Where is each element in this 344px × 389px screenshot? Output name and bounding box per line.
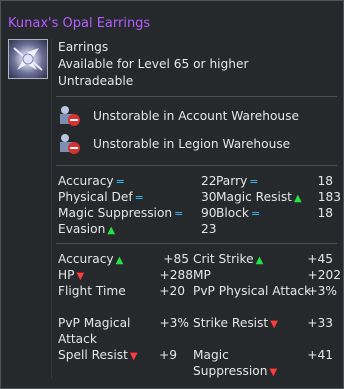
bonus-name: Magic [193,348,229,362]
bonus-value: +45 [307,252,333,266]
stat-value: 18 [317,206,333,220]
divider [56,96,337,97]
up-arrow-icon: ▲ [115,255,124,266]
bonus-name: Flight Time [58,284,126,298]
stat-value: 90 [201,206,217,220]
up-arrow-icon: ▲ [255,255,264,266]
item-tooltip: Kunax's Opal Earrings Earrings Available… [0,0,344,389]
stat-value: 18 [317,174,333,188]
level-requirement: Available for Level 65 or higher [58,57,249,71]
bonus-value: +41 [307,348,333,362]
stat-name: Magic Suppression = [58,206,184,220]
stat-name: Block = [216,206,261,220]
bonus-name: Crit Strike ▲ [193,252,264,266]
no-legion-warehouse-icon [57,133,81,155]
trade-status: Untradeable [58,74,134,88]
opal-earring-icon [8,39,48,79]
bonus-value: +33 [307,316,333,330]
divider [56,165,337,166]
legion-warehouse-text: Unstorable in Legion Warehouse [93,137,291,151]
up-arrow-icon: ▲ [107,225,116,236]
bonus-name: HP ▼ [58,268,85,282]
bonus-value: +9 [159,348,177,362]
bonus-name: Accuracy ▲ [58,252,124,266]
bonus-name: PvP Magical [58,316,131,330]
divider [56,243,337,244]
bonus-value: +3% [307,284,337,298]
equal-icon: = [115,175,125,188]
down-arrow-icon: ▼ [129,351,138,362]
stat-value: 22 [201,174,217,188]
bonus-value: +85 [163,252,189,266]
account-warehouse-text: Unstorable in Account Warehouse [93,109,300,123]
down-arrow-icon: ▼ [76,271,85,282]
item-name: Kunax's Opal Earrings [8,16,151,31]
stat-value: 23 [201,222,217,236]
stat-value: 30 [201,190,217,204]
bonus-name: Strike Resist ▼ [193,316,278,330]
bonus-name: Spell Resist ▼ [58,348,138,362]
equal-icon: = [174,207,184,220]
item-type: Earrings [58,40,109,54]
down-arrow-icon: ▼ [269,367,278,378]
no-account-warehouse-icon [57,105,81,127]
stat-name: Physical Def = [58,190,144,204]
stat-value: 183 [317,190,341,204]
equal-icon: = [250,207,261,220]
equal-icon: = [134,191,144,204]
down-arrow-icon: ▼ [270,319,278,330]
stat-name: Parry = [216,174,259,188]
equal-icon: = [249,175,259,188]
left-divider [51,39,52,379]
bonus-name: MP [193,268,211,282]
bonus-name-cont: Attack [58,332,97,346]
stat-name: Magic Resist ▲ [216,190,302,204]
bonus-value: +3% [159,316,189,330]
bonus-value: +288 [159,268,193,282]
bonus-name: PvP Physical Attack [193,284,312,298]
stat-name: Accuracy = [58,174,125,188]
bonus-name-cont: Suppression ▼ [193,364,278,378]
stat-name: Evasion ▲ [58,222,116,236]
bonus-value: +202 [307,268,341,282]
bonus-value: +20 [159,284,185,298]
